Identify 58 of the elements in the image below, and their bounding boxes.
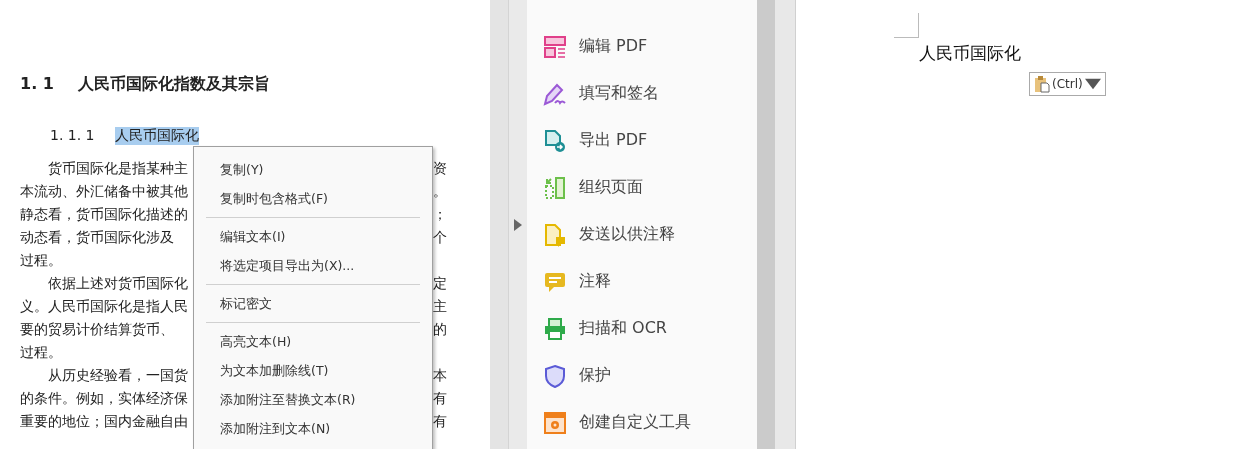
paragraph-text: 定 bbox=[433, 274, 447, 293]
tool-item[interactable]: 保护 bbox=[527, 352, 757, 399]
menu-item[interactable]: 复制时包含格式(F) bbox=[194, 184, 432, 213]
edit-tool-icon bbox=[543, 34, 567, 59]
document-text: 人民币国际化 bbox=[919, 42, 1021, 65]
paragraph-text: 的条件。例如，实体经济保 bbox=[20, 389, 188, 408]
paragraph-text: 。 bbox=[433, 182, 447, 201]
custom-tool-icon bbox=[543, 410, 567, 435]
paragraph-text: 从历史经验看，一国货 bbox=[48, 366, 188, 385]
heading-number: 1. 1 bbox=[20, 74, 54, 95]
menu-item[interactable]: 将选定项目导出为(X)... bbox=[194, 251, 432, 280]
clipboard-icon bbox=[1034, 75, 1050, 93]
scrollbar[interactable] bbox=[757, 0, 775, 449]
paste-options-button[interactable]: (Ctrl) bbox=[1029, 72, 1106, 96]
send-tool-icon bbox=[543, 222, 567, 247]
paragraph-text: 个 bbox=[433, 228, 447, 247]
menu-item[interactable]: 高亮文本(H) bbox=[194, 327, 432, 356]
tool-item[interactable]: 组织页面 bbox=[527, 164, 757, 211]
organize-tool-icon bbox=[543, 175, 567, 200]
paragraph-text: 依据上述对货币国际化 bbox=[48, 274, 188, 293]
tool-item[interactable]: 导出 PDF bbox=[527, 117, 757, 164]
subheading-number: 1. 1. 1 bbox=[50, 127, 95, 145]
menu-item[interactable]: 添加附注到文本(N) bbox=[194, 414, 432, 443]
paragraph-text: 动态看，货币国际化涉及 bbox=[20, 228, 174, 247]
tool-item[interactable]: 编辑 PDF bbox=[527, 23, 757, 70]
expand-icon[interactable] bbox=[514, 218, 522, 231]
export-tool-icon bbox=[543, 128, 567, 153]
menu-item[interactable]: 复制(Y) bbox=[194, 155, 432, 184]
tool-item[interactable]: 扫描和 OCR bbox=[527, 305, 757, 352]
tool-item[interactable]: 注释 bbox=[527, 258, 757, 305]
paragraph-text: 本流动、外汇储备中被其他 bbox=[20, 182, 188, 201]
paragraph-text: 资 bbox=[433, 159, 447, 178]
paragraph-text: 静态看，货币国际化描述的 bbox=[20, 205, 188, 224]
paragraph-text: 义。人民币国际化是指人民 bbox=[20, 297, 188, 316]
paragraph-text: 有 bbox=[433, 389, 447, 408]
paragraph-text: ； bbox=[433, 205, 447, 224]
tool-item[interactable]: 发送以供注释 bbox=[527, 211, 757, 258]
subheading: 人民币国际化 bbox=[114, 127, 199, 145]
tool-item[interactable]: 创建自定义工具 bbox=[527, 399, 757, 446]
paragraph-text: 要的贸易计价结算货币、 bbox=[20, 320, 174, 339]
paragraph-text: 货币国际化是指某种主 bbox=[48, 159, 188, 178]
paragraph-text: 过程。 bbox=[20, 251, 62, 270]
sign-tool-icon bbox=[543, 81, 567, 106]
menu-item[interactable]: 编辑文本(I) bbox=[194, 222, 432, 251]
paragraph-text: 重要的地位；国内金融自由 bbox=[20, 412, 188, 431]
margin-corner-mark bbox=[894, 13, 919, 38]
tool-item[interactable]: 填写和签名 bbox=[527, 70, 757, 117]
menu-item[interactable]: 标记密文 bbox=[194, 289, 432, 318]
heading: 人民币国际化指数及其宗旨 bbox=[77, 74, 270, 95]
menu-item[interactable]: 为文本加删除线(T) bbox=[194, 356, 432, 385]
protect-tool-icon bbox=[543, 363, 567, 388]
paragraph-text: 有 bbox=[433, 412, 447, 431]
menu-item[interactable]: 添加附注至替换文本(R) bbox=[194, 385, 432, 414]
scan-tool-icon bbox=[543, 316, 567, 341]
paragraph-text: 的 bbox=[433, 320, 447, 339]
paragraph-text: 本 bbox=[433, 366, 447, 385]
paragraph-text: 过程。 bbox=[20, 343, 62, 362]
paragraph-text: 主 bbox=[433, 297, 447, 316]
